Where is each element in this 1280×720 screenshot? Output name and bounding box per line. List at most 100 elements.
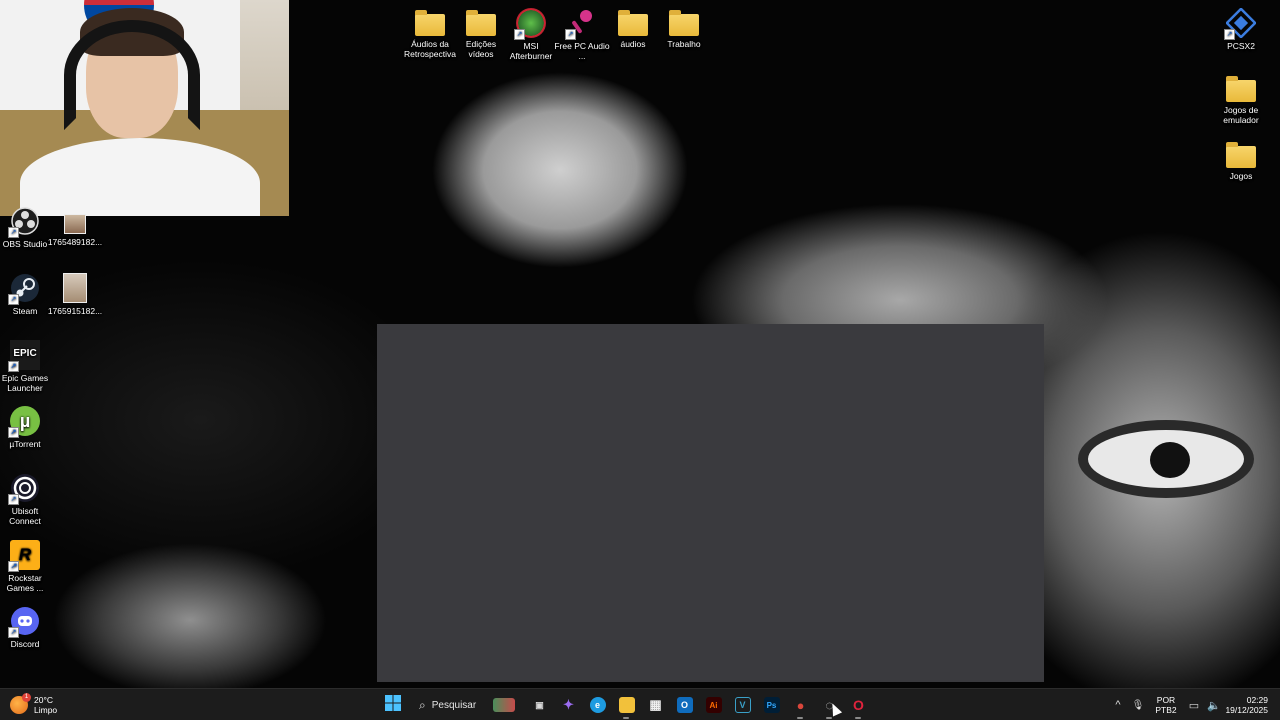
taskbar-illustrator[interactable]: Ai [699,689,728,720]
folder-icon [1226,142,1256,168]
desktop-icon-jogos[interactable]: Jogos [1213,140,1269,181]
desktop-icon-discord[interactable]: Discord [0,606,53,649]
weather-icon: 1 [10,693,31,714]
taskbar-outlook[interactable]: O [670,689,699,720]
epic-games-icon: EPIC [8,340,40,372]
taskbar-opera[interactable]: O [844,689,873,720]
desktop-icon-label: Jogos [1229,171,1253,181]
red-app-icon: ● [796,697,805,713]
microphone-icon [565,8,597,40]
utorrent-icon: µ [8,406,40,438]
folder-icon [669,10,699,36]
volume-icon[interactable]: 🔈 [1204,699,1224,712]
desktop-icon-edicoes-videos[interactable]: Edições vídeos [453,8,509,59]
taskbar-center: ⌕ Pesquisar ▣ ✦ e ▬ ▦ O Ai V Ps ● ◌ O [378,689,873,720]
desktop-icon-label: Áudios da Retrospectiva [404,39,456,59]
start-button[interactable] [378,689,407,720]
language-code: POR [1156,695,1176,705]
desktop-icon-steam[interactable]: Steam [0,273,53,316]
blank-app-window[interactable] [377,324,1044,682]
clock[interactable]: 02:29 19/12/2025 [1224,695,1280,715]
search-icon: ⌕ [419,697,426,712]
desktop-icon-photo-2[interactable]: 1765915182... [47,273,103,316]
copilot-icon: ✦ [563,697,574,712]
desktop-icon-rockstar-games[interactable]: R Rockstar Games ... [0,540,53,593]
photo-icon [64,214,86,234]
steam-icon [8,273,40,305]
desktop-icon-audios-retrospectiva[interactable]: Áudios da Retrospectiva [402,8,458,59]
system-tray: ^ 🎙 POR PTB2 ▭ 🔈 02:29 19/12/2025 [1108,689,1280,720]
folder-icon [1226,76,1256,102]
desktop-icon-trabalho[interactable]: Trabalho [656,8,712,49]
desktop-icon-label: Free PC Audio ... [554,41,610,61]
desktop-icon-label: Ubisoft Connect [9,506,41,526]
desktop-icon-label: MSI Afterburner [509,41,553,61]
windows-logo-icon [384,694,401,716]
desktop-icon-pcsx2[interactable]: PCSX2 [1213,7,1269,51]
desktop-icon-epic-games[interactable]: EPIC Epic Games Launcher [0,340,53,393]
network-icon[interactable]: ▭ [1184,699,1204,712]
ubisoft-icon [8,473,40,505]
folder-icon [618,10,648,36]
desktop-icon-label: OBS Studio [2,239,48,249]
search-placeholder: Pesquisar [431,699,477,711]
desktop-icon-label: Steam [12,306,38,316]
desktop-icon-label: Rockstar Games ... [6,573,44,593]
desktop-icon-label: 1765915182... [47,306,103,316]
search-highlight-icon [493,698,515,712]
taskbar-task-view[interactable]: ▣ [525,689,554,720]
edge-icon: e [589,697,606,713]
desktop-icon-label: PCSX2 [1227,41,1255,51]
chevron-up-icon[interactable]: ^ [1108,699,1128,711]
obs-icon [8,206,40,238]
running-indicator [623,717,629,719]
taskbar-search[interactable]: ⌕ Pesquisar [411,693,521,717]
desktop-icon-label: Jogos de emulador [1223,105,1259,125]
taskbar: 1 20°C Limpo ⌕ Pesquisar ▣ ✦ e ▬ ▦ O Ai … [0,688,1280,720]
taskbar-app-red[interactable]: ● [786,689,815,720]
store-icon: ▦ [649,697,662,712]
desktop-icon-label: áudios [620,39,646,49]
desktop-icon-label: Epic Games Launcher [1,373,49,393]
taskbar-microsoft-store[interactable]: ▦ [641,689,670,720]
running-indicator [797,717,803,719]
clock-date: 19/12/2025 [1225,705,1268,715]
microphone-icon[interactable]: 🎙 [1128,700,1148,711]
taskbar-file-explorer[interactable]: ▬ [612,689,641,720]
photoshop-icon: Ps [763,697,780,713]
webcam-overlay [0,0,289,216]
illustrator-icon: Ai [705,697,722,713]
desktop-icon-photo-1[interactable]: 1765489182... [47,214,103,247]
language-indicator[interactable]: POR PTB2 [1148,695,1184,715]
task-view-icon: ▣ [535,699,544,710]
desktop-icon-jogos-emulador[interactable]: Jogos de emulador [1213,74,1269,125]
weather-condition: Limpo [34,705,58,715]
taskbar-edge[interactable]: e [583,689,612,720]
keyboard-layout: PTB2 [1155,705,1177,715]
desktop-icon-msi-afterburner[interactable]: MSI Afterburner [503,8,559,61]
file-explorer-icon: ▬ [618,697,635,713]
taskbar-vegas[interactable]: V [728,689,757,720]
rockstar-icon: R [8,540,40,572]
running-indicator [826,717,832,719]
msi-afterburner-icon [514,8,546,40]
weather-text: 20°C Limpo [34,695,57,715]
discord-icon [8,606,40,638]
desktop-icon-ubisoft-connect[interactable]: Ubisoft Connect [0,473,53,526]
desktop-icon-audios[interactable]: áudios [605,8,661,49]
headset [64,20,200,130]
notification-badge: 1 [22,693,31,702]
desktop-icon-free-pc-audio[interactable]: Free PC Audio ... [554,8,610,61]
taskbar-photoshop[interactable]: Ps [757,689,786,720]
opera-icon: O [853,697,864,713]
vegas-icon: V [734,697,751,713]
folder-icon [415,10,445,36]
desktop-icon-label: µTorrent [9,439,41,449]
weather-widget[interactable]: 1 20°C Limpo [10,693,57,717]
desktop-icon-obs-studio[interactable]: OBS Studio [0,206,53,249]
desktop-icon-label: 1765489182... [47,237,103,247]
outlook-icon: O [676,697,693,713]
pcsx2-icon [1224,7,1257,40]
desktop-icon-utorrent[interactable]: µ µTorrent [0,406,53,449]
taskbar-copilot[interactable]: ✦ [554,689,583,720]
